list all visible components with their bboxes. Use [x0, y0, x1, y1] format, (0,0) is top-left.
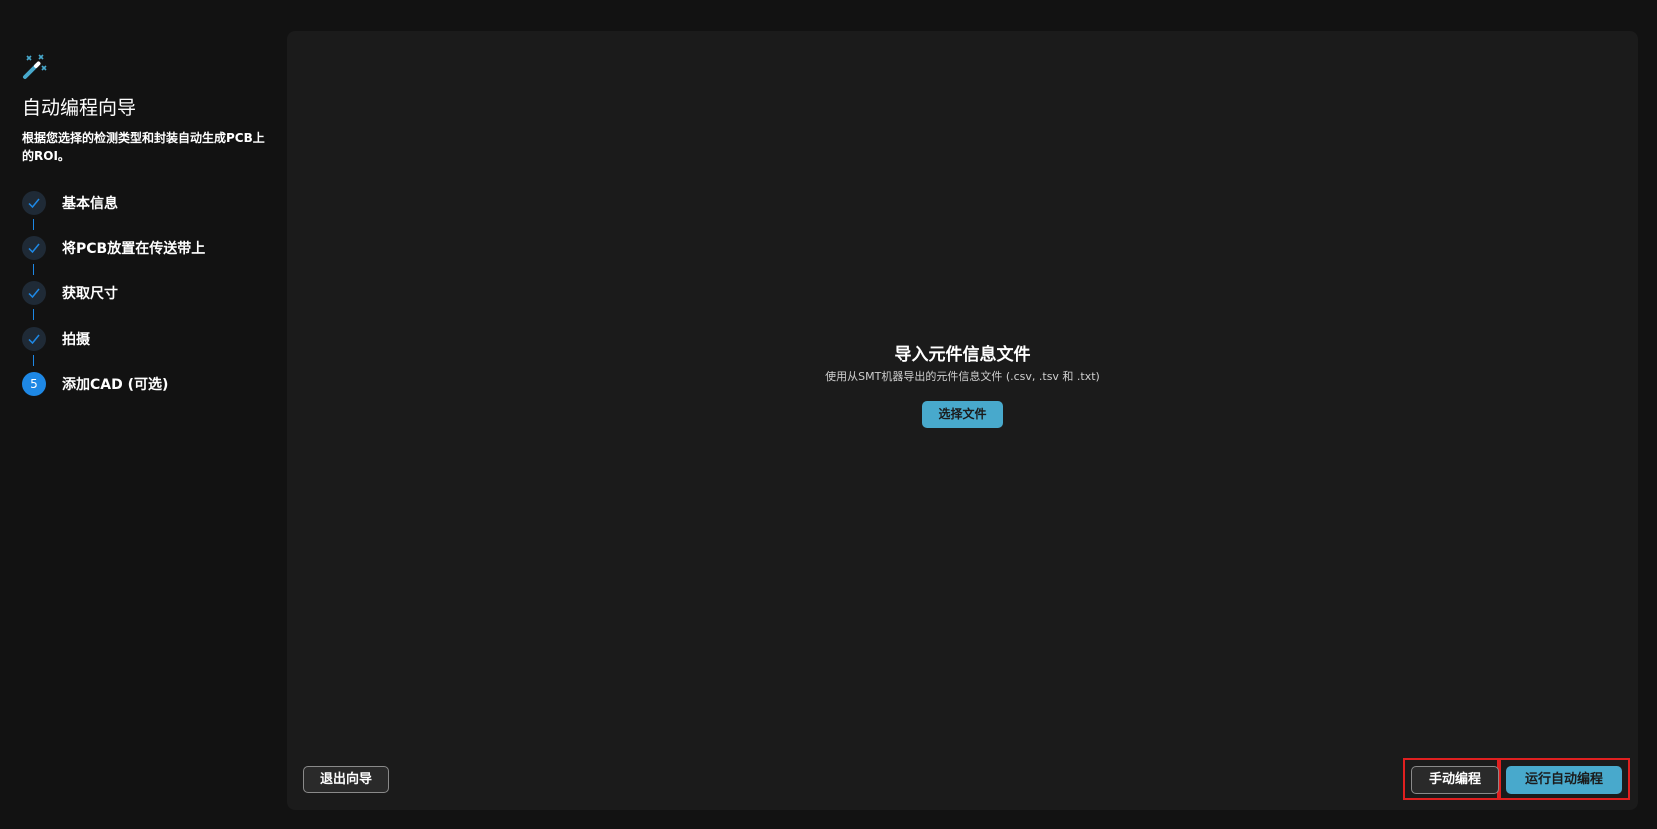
select-file-button[interactable]: 选择文件: [922, 401, 1003, 428]
step-label: 将PCB放置在传送带上: [62, 241, 206, 257]
wizard-sidebar: 自动编程向导 根据您选择的检测类型和封装自动生成PCB上的ROI。 基本信息 将…: [0, 0, 286, 829]
step-add-cad[interactable]: 5 添加CAD (可选): [22, 372, 272, 396]
step-place-pcb[interactable]: 将PCB放置在传送带上: [22, 236, 272, 260]
magic-wand-icon: [23, 54, 47, 79]
step-label: 拍摄: [62, 332, 90, 348]
step-connector: [33, 219, 34, 230]
check-icon: [28, 334, 40, 345]
step-done-indicator: [22, 236, 46, 260]
import-subtitle: 使用从SMT机器导出的元件信息文件 (.csv, .tsv 和 .txt): [825, 370, 1100, 383]
step-connector: [33, 309, 34, 320]
step-label: 添加CAD (可选): [62, 377, 169, 393]
step-label: 基本信息: [62, 196, 118, 212]
step-active-indicator: 5: [22, 372, 46, 396]
import-section: 导入元件信息文件 使用从SMT机器导出的元件信息文件 (.csv, .tsv 和…: [287, 344, 1638, 428]
auto-programming-wizard: 自动编程向导 根据您选择的检测类型和封装自动生成PCB上的ROI。 基本信息 将…: [0, 0, 1657, 829]
check-icon: [28, 243, 40, 254]
step-get-size[interactable]: 获取尺寸: [22, 281, 272, 305]
wizard-title: 自动编程向导: [22, 97, 137, 119]
step-done-indicator: [22, 191, 46, 215]
manual-programming-button[interactable]: 手动编程: [1411, 766, 1499, 794]
step-done-indicator: [22, 281, 46, 305]
step-done-indicator: [22, 327, 46, 351]
step-label: 获取尺寸: [62, 286, 118, 302]
step-connector: [33, 264, 34, 275]
import-title: 导入元件信息文件: [894, 345, 1031, 365]
exit-wizard-button[interactable]: 退出向导: [303, 766, 389, 793]
check-icon: [28, 198, 40, 209]
wizard-description: 根据您选择的检测类型和封装自动生成PCB上的ROI。: [22, 131, 265, 163]
check-icon: [28, 288, 40, 299]
main-panel: 导入元件信息文件 使用从SMT机器导出的元件信息文件 (.csv, .tsv 和…: [287, 31, 1638, 810]
step-capture[interactable]: 拍摄: [22, 327, 272, 351]
step-number: 5: [30, 377, 38, 391]
step-basic-info[interactable]: 基本信息: [22, 191, 272, 215]
step-connector: [33, 355, 34, 366]
run-auto-programming-button[interactable]: 运行自动编程: [1506, 766, 1622, 794]
